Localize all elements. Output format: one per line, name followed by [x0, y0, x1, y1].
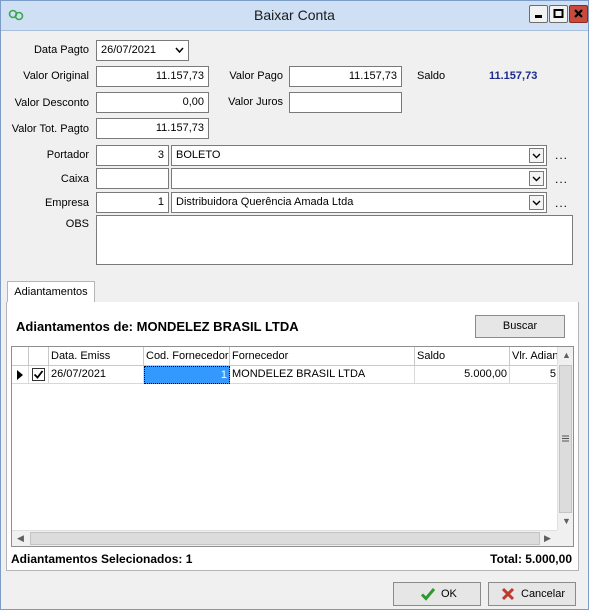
grip-icon	[562, 435, 569, 442]
minimize-icon	[535, 15, 542, 18]
adiantamentos-selecionados: Adiantamentos Selecionados: 1	[11, 552, 193, 566]
data-pagto-value: 26/07/2021	[101, 44, 157, 56]
saldo-label: Saldo	[417, 70, 446, 82]
empresa-lookup-button[interactable]: ...	[555, 196, 568, 210]
valor-desconto-label: Valor Desconto	[14, 97, 89, 109]
checkbox-header	[29, 347, 49, 366]
tab-adiantamentos[interactable]: Adiantamentos	[7, 281, 95, 303]
baixar-conta-window: Baixar Conta Data Pagto 26/07/2021 Valor…	[0, 0, 589, 610]
col-header-saldo[interactable]: Saldo	[415, 347, 510, 366]
vertical-scroll-thumb[interactable]	[559, 365, 572, 513]
col-header-data-emiss[interactable]: Data. Emiss	[49, 347, 144, 366]
portador-label: Portador	[46, 149, 89, 161]
checkmark-icon	[33, 370, 44, 379]
adiantamentos-grid[interactable]: Data. Emiss Cod. Fornecedor Fornecedor S…	[11, 346, 574, 547]
empresa-name-value: Distribuidora Querência Amada Ltda	[176, 196, 354, 208]
caixa-lookup-button[interactable]: ...	[555, 172, 568, 186]
scroll-up-icon[interactable]: ▲	[562, 350, 571, 360]
valor-juros-label: Valor Juros	[228, 96, 283, 108]
col-header-cod-fornecedor[interactable]: Cod. Fornecedor	[144, 347, 230, 366]
cell-vlr-adian[interactable]: 5	[510, 366, 558, 384]
row-checkbox-cell[interactable]	[29, 366, 49, 384]
caixa-label: Caixa	[60, 173, 89, 185]
maximize-button[interactable]	[549, 5, 568, 23]
scroll-down-icon[interactable]: ▼	[562, 516, 571, 526]
indicator-header	[12, 347, 29, 366]
cell-cod-fornecedor[interactable]: 1	[144, 366, 230, 384]
caixa-dropdown-button[interactable]	[529, 171, 544, 186]
empresa-combo[interactable]: Distribuidora Querência Amada Ltda	[171, 192, 547, 213]
data-pagto-label: Data Pagto	[33, 44, 89, 56]
horizontal-scroll-thumb[interactable]	[30, 532, 540, 545]
caixa-combo[interactable]	[171, 168, 547, 189]
empresa-code-field[interactable]: 1	[96, 192, 169, 213]
scroll-corner	[557, 530, 573, 546]
data-pagto-field[interactable]: 26/07/2021	[96, 40, 189, 61]
valor-juros-field[interactable]	[289, 92, 402, 113]
chevron-down-icon	[532, 153, 541, 159]
chevron-down-icon[interactable]	[175, 47, 184, 54]
valor-original-label: Valor Original	[23, 70, 89, 82]
valor-desconto-field[interactable]: 0,00	[96, 92, 209, 113]
cancel-x-icon	[501, 587, 515, 601]
minimize-button[interactable]	[529, 5, 548, 23]
cell-saldo[interactable]: 5.000,00	[415, 366, 510, 384]
horizontal-scrollbar[interactable]: ◀ ▶	[12, 530, 558, 546]
close-button[interactable]	[569, 5, 588, 23]
chevron-down-icon	[532, 176, 541, 182]
buscar-button[interactable]: Buscar	[475, 315, 565, 338]
cancelar-label: Cancelar	[521, 588, 566, 600]
col-header-vlr-adian[interactable]: Vlr. Adian	[510, 347, 558, 366]
col-header-fornecedor[interactable]: Fornecedor	[230, 347, 415, 366]
portador-name-value: BOLETO	[176, 149, 221, 161]
obs-textarea[interactable]	[96, 215, 573, 265]
portador-code-field[interactable]: 3	[96, 145, 169, 166]
window-title: Baixar Conta	[254, 7, 335, 23]
vertical-scrollbar[interactable]: ▲ ▼	[557, 347, 573, 530]
obs-label: OBS	[65, 218, 89, 230]
title-bar: Baixar Conta	[1, 1, 588, 31]
ok-label: OK	[441, 588, 457, 600]
valor-pago-field[interactable]: 11.157,73	[289, 66, 402, 87]
adiantamentos-total: Total: 5.000,00	[490, 552, 572, 566]
grid-header: Data. Emiss Cod. Fornecedor Fornecedor S…	[12, 347, 558, 366]
maximize-icon	[553, 9, 564, 18]
saldo-value: 11.157,73	[489, 70, 538, 82]
scroll-right-icon[interactable]: ▶	[544, 533, 551, 544]
valor-tot-pagto-field[interactable]: 11.157,73	[96, 118, 209, 139]
portador-dropdown-button[interactable]	[529, 148, 544, 163]
caixa-code-field[interactable]	[96, 168, 169, 189]
row-checkbox[interactable]	[32, 368, 45, 381]
scroll-left-icon[interactable]: ◀	[17, 533, 24, 544]
ok-button[interactable]: OK	[393, 582, 481, 606]
current-row-arrow-icon	[17, 370, 23, 380]
row-indicator	[12, 366, 29, 384]
table-row[interactable]: 26/07/2021 1 MONDELEZ BRASIL LTDA 5.000,…	[12, 366, 558, 384]
empresa-dropdown-button[interactable]	[529, 195, 544, 210]
close-icon	[574, 9, 583, 18]
cell-data-emiss[interactable]: 26/07/2021	[49, 366, 144, 384]
portador-lookup-button[interactable]: ...	[555, 148, 568, 162]
valor-original-field[interactable]: 11.157,73	[96, 66, 209, 87]
portador-combo[interactable]: BOLETO	[171, 145, 547, 166]
empresa-label: Empresa	[44, 197, 89, 209]
valor-pago-label: Valor Pago	[229, 70, 283, 82]
checkmark-icon	[420, 588, 436, 601]
valor-tot-pagto-label: Valor Tot. Pagto	[11, 123, 89, 135]
adiantamentos-title: Adiantamentos de: MONDELEZ BRASIL LTDA	[16, 319, 299, 334]
chevron-down-icon	[532, 200, 541, 206]
cancelar-button[interactable]: Cancelar	[488, 582, 576, 606]
cell-fornecedor[interactable]: MONDELEZ BRASIL LTDA	[230, 366, 415, 384]
